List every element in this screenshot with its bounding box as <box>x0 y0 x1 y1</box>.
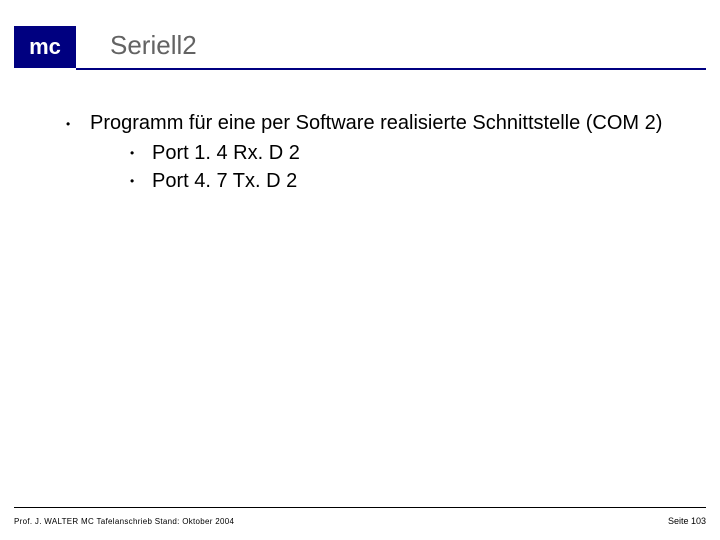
sub-bullet-text: Port 1. 4 Rx. D 2 <box>152 142 300 164</box>
bullet-list-level2: Port 1. 4 Rx. D 2 Port 4. 7 Tx. D 2 <box>90 139 690 195</box>
list-item: Port 4. 7 Tx. D 2 <box>124 167 690 195</box>
list-item: Programm für eine per Software realisier… <box>60 110 690 195</box>
footer-left-text: Prof. J. WALTER MC Tafelanschrieb Stand:… <box>14 517 234 526</box>
bullet-list-level1: Programm für eine per Software realisier… <box>60 110 690 195</box>
bullet-main-text: Programm für eine per Software realisier… <box>90 112 662 134</box>
footer-right-text: Seite 103 <box>668 516 706 526</box>
slide-content: Programm für eine per Software realisier… <box>60 110 690 195</box>
logo-text: mc <box>29 34 61 60</box>
logo-box: mc <box>14 26 76 68</box>
footer-divider <box>14 507 706 508</box>
slide-title: Seriell2 <box>110 30 197 61</box>
title-underline <box>76 68 706 70</box>
slide: mc Seriell2 Programm für eine per Softwa… <box>0 0 720 540</box>
list-item: Port 1. 4 Rx. D 2 <box>124 139 690 167</box>
slide-header: mc Seriell2 <box>0 26 720 68</box>
sub-bullet-text: Port 4. 7 Tx. D 2 <box>152 170 297 192</box>
